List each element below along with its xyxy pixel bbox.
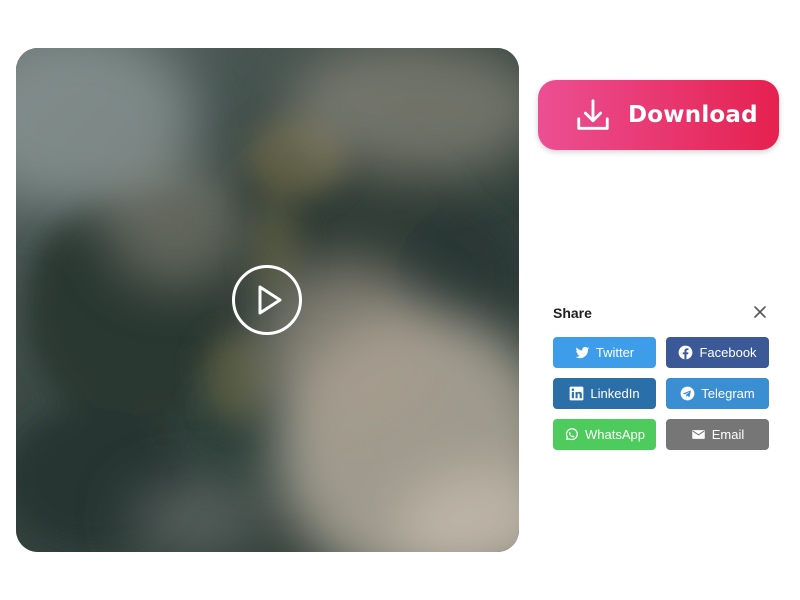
video-preview[interactable] <box>16 48 519 552</box>
share-panel: Share Twitter Facebook LinkedIn Telegram… <box>553 300 769 450</box>
linkedin-icon <box>570 386 584 401</box>
share-header: Share <box>553 300 769 326</box>
download-button[interactable]: Download <box>538 80 779 150</box>
telegram-icon <box>680 386 695 401</box>
share-email-label: Email <box>711 427 745 442</box>
share-title: Share <box>553 305 592 321</box>
share-linkedin-label: LinkedIn <box>590 386 640 401</box>
page: Download Share Twitter Facebook LinkedIn… <box>0 0 800 600</box>
share-telegram-button[interactable]: Telegram <box>666 378 769 409</box>
share-telegram-label: Telegram <box>701 386 755 401</box>
twitter-icon <box>575 346 590 359</box>
close-icon[interactable] <box>753 305 767 319</box>
play-button[interactable] <box>232 265 302 335</box>
share-email-button[interactable]: Email <box>666 419 769 450</box>
share-twitter-label: Twitter <box>595 345 635 360</box>
download-label: Download <box>628 102 758 128</box>
share-twitter-button[interactable]: Twitter <box>553 337 656 368</box>
share-whatsapp-label: WhatsApp <box>585 427 645 442</box>
share-facebook-label: Facebook <box>699 345 757 360</box>
share-whatsapp-button[interactable]: WhatsApp <box>553 419 656 450</box>
play-icon <box>258 285 282 315</box>
whatsapp-icon <box>565 428 578 441</box>
share-linkedin-button[interactable]: LinkedIn <box>553 378 656 409</box>
download-icon <box>577 99 609 130</box>
share-facebook-button[interactable]: Facebook <box>666 337 769 368</box>
email-icon <box>691 430 705 439</box>
facebook-icon <box>679 345 693 360</box>
